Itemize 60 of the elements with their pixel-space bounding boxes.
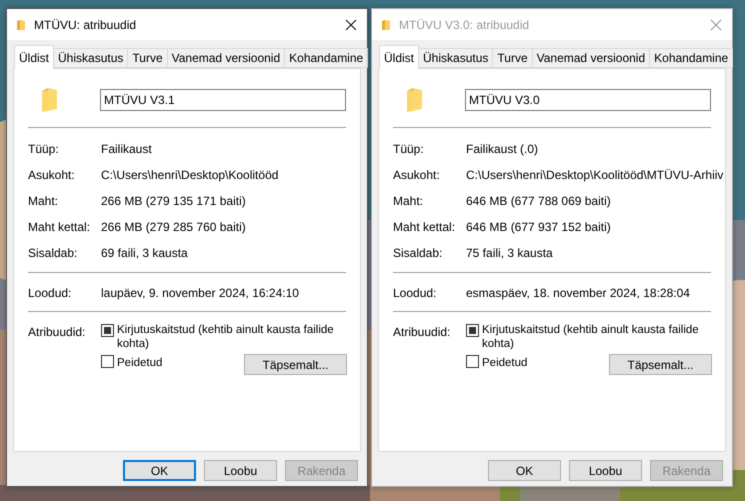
tab[interactable]: Turve <box>127 48 168 68</box>
folder-icon <box>381 18 391 30</box>
property-label: Atribuudid: <box>28 324 86 341</box>
property-label: Sisaldab: <box>393 245 444 262</box>
property-label: Atribuudid: <box>393 324 452 341</box>
property-label: Asukoht: <box>28 167 76 184</box>
dialog-button[interactable]: OK <box>488 460 561 481</box>
checkbox[interactable] <box>101 324 114 337</box>
checkbox[interactable] <box>466 324 479 337</box>
checkbox[interactable] <box>466 355 479 368</box>
name-field[interactable]: MTÜVU V3.0 <box>465 88 711 110</box>
property-label: Asukoht: <box>393 167 441 184</box>
checkbox-label: Kirjutuskaitstud (kehtib ainult kausta failide kohta) <box>482 323 700 351</box>
tab[interactable]: Turve <box>492 48 533 68</box>
tab[interactable]: Kohandamine <box>649 48 734 68</box>
property-value: 69 faili, 3 kausta <box>101 245 188 262</box>
folder-icon <box>16 18 26 30</box>
property-label: Loodud: <box>28 285 72 302</box>
dialog-button[interactable]: Loobu <box>569 460 642 481</box>
name-field[interactable]: MTÜVU V3.1 <box>100 88 346 110</box>
checkbox-label: Peidetud <box>117 356 162 370</box>
property-value: 266 MB (279 135 171 baiti) <box>101 193 246 210</box>
property-label: Tüüp: <box>28 141 60 158</box>
property-value: 75 faili, 3 kausta <box>466 245 553 262</box>
property-value: C:\Users\henri\Desktop\Koolitööd\MTÜVU-Arhiiv <box>466 167 724 184</box>
property-value: 646 MB (677 937 152 baiti) <box>466 219 611 236</box>
checkbox-label: Kirjutuskaitstud (kehtib ainult kausta failide kohta) <box>117 323 335 351</box>
dialog-button[interactable]: OK <box>123 460 196 481</box>
property-value: esmaspäev, 18. november 2024, 18:28:04 <box>466 285 690 302</box>
folder-icon <box>405 86 425 112</box>
property-label: Sisaldab: <box>28 245 78 262</box>
property-value: Failikaust (.0) <box>466 141 538 158</box>
dialog-button[interactable]: Loobu <box>204 460 277 481</box>
checkbox-label: Peidetud <box>482 356 528 370</box>
close-icon <box>710 18 722 30</box>
property-value: laupäev, 9. november 2024, 16:24:10 <box>101 285 299 302</box>
tab[interactable]: Vanemad versioonid <box>532 48 650 68</box>
tab[interactable]: Ühiskasutus <box>53 48 128 68</box>
property-label: Tüüp: <box>393 141 425 158</box>
close-icon <box>345 18 357 30</box>
window-title: MTÜVU V3.0: atribuudid <box>399 16 530 34</box>
tab[interactable]: Vanemad versioonid <box>166 48 286 68</box>
tab[interactable]: Ühiskasutus <box>418 48 494 68</box>
window-title: MTÜVU: atribuudid <box>34 16 136 34</box>
tab[interactable]: Üldist <box>379 45 420 69</box>
property-label: Maht kettal: <box>393 219 456 236</box>
property-value: 646 MB (677 788 069 baiti) <box>466 193 611 210</box>
property-value: Failikaust <box>101 141 152 158</box>
advanced-button[interactable]: Täpsemalt... <box>609 354 712 375</box>
property-value: 266 MB (279 285 760 baiti) <box>101 219 246 236</box>
property-label: Maht: <box>28 193 60 210</box>
tab[interactable]: Üldist <box>14 45 54 69</box>
tab[interactable]: Kohandamine <box>284 48 368 68</box>
checkbox[interactable] <box>101 355 114 368</box>
property-label: Maht kettal: <box>28 219 92 236</box>
advanced-button[interactable]: Täpsemalt... <box>244 354 347 375</box>
property-label: Maht: <box>393 193 424 210</box>
folder-icon <box>40 86 60 112</box>
property-label: Loodud: <box>393 285 438 302</box>
property-value: C:\Users\henri\Desktop\Koolitööd <box>101 167 278 184</box>
